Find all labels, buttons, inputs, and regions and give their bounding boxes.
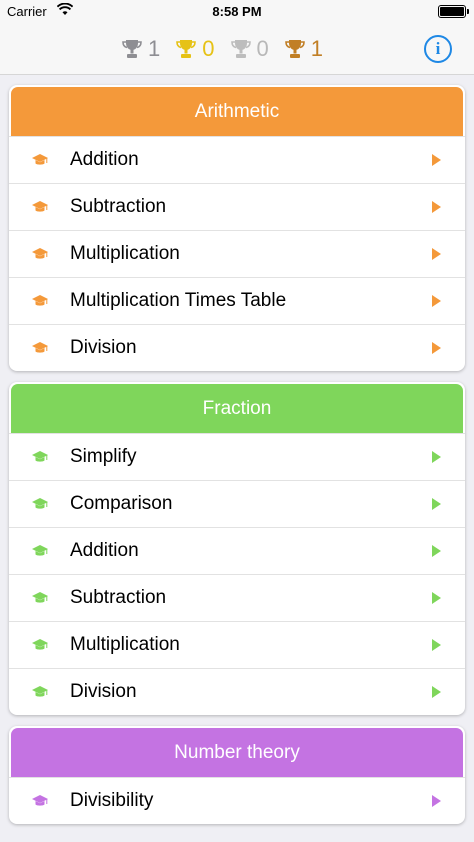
- topic-row[interactable]: Addition: [9, 136, 465, 183]
- chevron-right-icon: [432, 295, 441, 307]
- trophy-gold: 0: [174, 36, 215, 62]
- info-button[interactable]: i: [424, 35, 452, 63]
- section-header: Arithmetic: [11, 87, 463, 136]
- topic-label: Addition: [70, 149, 139, 170]
- trophy-count: 0: [256, 36, 269, 61]
- section-card-arithmetic: Arithmetic Addition Subtraction Multiplicat…: [9, 85, 465, 371]
- chevron-right-icon: [432, 201, 441, 213]
- topic-list: Arithmetic Addition Subtraction Multiplicat…: [0, 75, 474, 824]
- topic-row[interactable]: Division: [9, 668, 465, 715]
- graduation-cap-icon: [32, 201, 48, 212]
- graduation-cap-icon: [32, 154, 48, 165]
- graduation-cap-icon: [32, 248, 48, 259]
- topic-row[interactable]: Multiplication: [9, 621, 465, 668]
- trophy-icon: [176, 40, 197, 58]
- status-bar: Carrier 8:58 PM: [0, 0, 474, 22]
- topic-row[interactable]: Subtraction: [9, 183, 465, 230]
- topic-row[interactable]: Division: [9, 324, 465, 371]
- trophy-icon: [122, 40, 142, 58]
- trophy-icon: [230, 40, 251, 58]
- navigation-bar: 1 0 0 1 i: [0, 22, 474, 75]
- topic-label: Addition: [70, 540, 139, 561]
- section-header: Fraction: [11, 384, 463, 433]
- topic-label: Comparison: [70, 493, 173, 514]
- topic-label: Division: [70, 681, 137, 702]
- topic-row[interactable]: Simplify: [9, 433, 465, 480]
- topic-label: Multiplication Times Table: [70, 290, 287, 311]
- chevron-right-icon: [432, 498, 441, 510]
- topic-label: Divisibility: [70, 790, 154, 811]
- topic-row[interactable]: Subtraction: [9, 574, 465, 621]
- chevron-right-icon: [432, 342, 441, 354]
- trophy-platinum: 1: [120, 36, 160, 62]
- trophy-summary: 1 0 0 1: [120, 36, 337, 62]
- topic-row[interactable]: Multiplication: [9, 230, 465, 277]
- graduation-cap-icon: [32, 451, 48, 462]
- graduation-cap-icon: [32, 592, 48, 603]
- trophy-count: 0: [202, 36, 215, 61]
- section-header: Number theory: [11, 728, 463, 777]
- battery-icon: [438, 5, 469, 18]
- graduation-cap-icon: [32, 795, 48, 806]
- clock: 8:58 PM: [212, 4, 262, 19]
- chevron-right-icon: [432, 639, 441, 651]
- topic-label: Multiplication: [70, 634, 180, 655]
- chevron-right-icon: [432, 592, 441, 604]
- graduation-cap-icon: [32, 342, 48, 353]
- topic-label: Subtraction: [70, 587, 167, 608]
- topic-label: Division: [70, 337, 137, 358]
- topic-row[interactable]: Divisibility: [9, 777, 465, 824]
- topic-row[interactable]: Multiplication Times Table: [9, 277, 465, 324]
- graduation-cap-icon: [32, 295, 48, 306]
- chevron-right-icon: [432, 795, 441, 807]
- topic-row[interactable]: Comparison: [9, 480, 465, 527]
- chevron-right-icon: [432, 686, 441, 698]
- section-card-number-theory: Number theory Divisibility: [9, 726, 465, 824]
- trophy-bronze: 1: [283, 36, 323, 62]
- graduation-cap-icon: [32, 686, 48, 697]
- graduation-cap-icon: [32, 545, 48, 556]
- chevron-right-icon: [432, 154, 441, 166]
- graduation-cap-icon: [32, 498, 48, 509]
- chevron-right-icon: [432, 248, 441, 260]
- chevron-right-icon: [432, 545, 441, 557]
- section-card-fraction: Fraction Simplify Comparison Addition Subtra…: [9, 382, 465, 715]
- chevron-right-icon: [432, 451, 441, 463]
- topic-label: Simplify: [70, 446, 137, 467]
- trophy-count: 1: [148, 36, 161, 61]
- trophy-silver: 0: [229, 36, 269, 62]
- trophy-icon: [284, 40, 305, 58]
- topic-label: Subtraction: [70, 196, 167, 217]
- graduation-cap-icon: [32, 639, 48, 650]
- topic-label: Multiplication: [70, 243, 180, 264]
- topic-row[interactable]: Addition: [9, 527, 465, 574]
- trophy-count: 1: [310, 36, 323, 61]
